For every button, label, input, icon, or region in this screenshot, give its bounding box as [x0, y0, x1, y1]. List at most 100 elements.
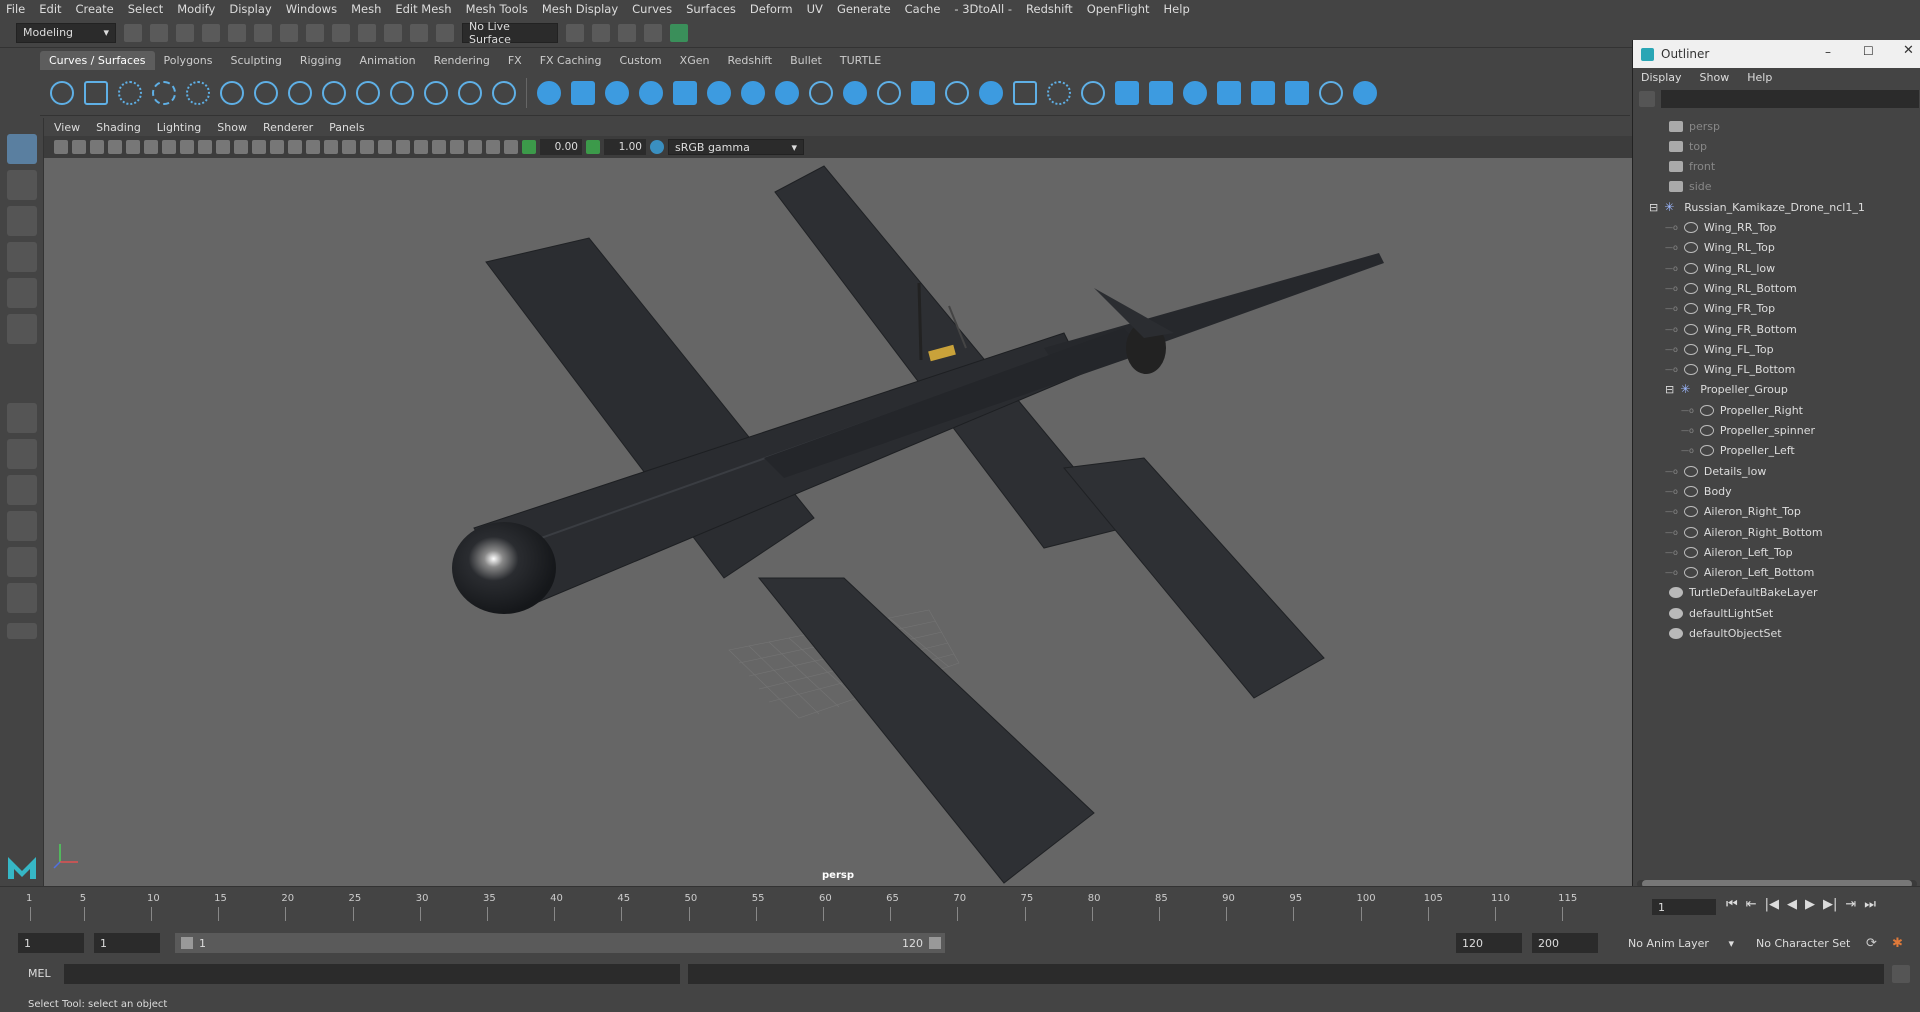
shelf-tab-fx[interactable]: FX [499, 51, 531, 70]
menu-curves[interactable]: Curves [632, 2, 672, 16]
bevel-icon[interactable] [979, 80, 1003, 105]
menu-mesh-tools[interactable]: Mesh Tools [466, 2, 528, 16]
shelf-tab-turtle[interactable]: TURTLE [831, 51, 890, 70]
menu-file[interactable]: File [6, 2, 25, 16]
shelf-tab-curves-surfaces[interactable]: Curves / Surfaces [40, 51, 155, 70]
character-set-dropdown[interactable]: No Character Set [1750, 933, 1860, 953]
nurbs-circle-icon[interactable] [50, 80, 74, 105]
outliner-item[interactable]: defaultObjectSet [1669, 624, 1782, 644]
cv-curve-icon[interactable] [118, 80, 142, 105]
outliner-menu-display[interactable]: Display [1641, 71, 1682, 84]
range-handle-left[interactable] [181, 937, 193, 949]
rebuild-surface-icon[interactable] [1353, 80, 1377, 105]
camera-select-icon[interactable] [54, 140, 68, 154]
3d-viewport[interactable]: persp [44, 158, 1632, 886]
menu-3dtoall[interactable]: - 3DtoAll - [954, 2, 1012, 16]
menu-create[interactable]: Create [76, 2, 114, 16]
menu-display[interactable]: Display [229, 2, 271, 16]
step-forward-key-icon[interactable]: ⇥ [1845, 897, 1856, 912]
outliner-menu-help[interactable]: Help [1747, 71, 1772, 84]
render-frame-icon[interactable] [592, 23, 610, 42]
layout-more-button[interactable] [7, 623, 37, 639]
rotate-tool-button[interactable] [7, 278, 37, 308]
outliner-item[interactable]: —o Wing_FL_Top [1665, 339, 1774, 359]
planar-icon[interactable] [809, 80, 833, 105]
surface-intersect-icon[interactable] [1047, 80, 1071, 105]
snap-view-icon[interactable] [410, 23, 428, 42]
menu-deform[interactable]: Deform [750, 2, 793, 16]
viewport-menu-renderer[interactable]: Renderer [263, 121, 313, 134]
color-management-icon[interactable] [650, 140, 664, 154]
outliner-item[interactable]: —o Wing_FL_Bottom [1665, 360, 1795, 380]
range-handle-right[interactable] [929, 937, 941, 949]
lasso-tool-button[interactable] [7, 170, 37, 200]
outliner-item[interactable]: defaultLightSet [1669, 603, 1773, 623]
playback-start-field[interactable]: 1 [94, 933, 160, 953]
go-to-end-icon[interactable]: ⏭ [1864, 897, 1876, 912]
shelf-tab-sculpting[interactable]: Sculpting [221, 51, 290, 70]
project-curve-icon[interactable] [1081, 80, 1105, 105]
menu-mesh[interactable]: Mesh [351, 2, 381, 16]
outliner-item[interactable]: ⊟ ✳ Russian_Kamikaze_Drone_ncl1_1 [1649, 197, 1865, 217]
safe-title-icon[interactable] [270, 140, 284, 154]
viewport-menu-lighting[interactable]: Lighting [157, 121, 201, 134]
2d-pan-zoom-icon[interactable] [126, 140, 140, 154]
hypershade-icon[interactable] [670, 23, 688, 42]
ambient-occlusion-icon[interactable] [396, 140, 410, 154]
step-forward-frame-icon[interactable]: ▶| [1823, 897, 1837, 912]
pencil-curve-icon[interactable] [186, 80, 210, 105]
menu-windows[interactable]: Windows [286, 2, 337, 16]
shelf-tab-fx-caching[interactable]: FX Caching [531, 51, 611, 70]
square-surface-icon[interactable] [945, 80, 969, 105]
extrude-icon[interactable] [843, 80, 867, 105]
hypershade-layout-button[interactable] [7, 547, 37, 577]
move-tool-button[interactable] [7, 242, 37, 272]
curve-rebuild-icon[interactable] [356, 80, 380, 105]
mode-dropdown[interactable]: Modeling ▾ [16, 22, 116, 43]
shelf-tab-redshift[interactable]: Redshift [718, 51, 781, 70]
current-frame-field[interactable]: 1 [1652, 899, 1716, 915]
viewport-menu-shading[interactable]: Shading [96, 121, 141, 134]
range-slider[interactable]: 1 120 [175, 933, 945, 953]
outliner-item[interactable]: —o Propeller_spinner [1681, 421, 1815, 441]
boundary-icon[interactable] [911, 80, 935, 105]
uv-layout-button[interactable] [7, 583, 37, 613]
exposure-field[interactable]: 0.00 [540, 139, 582, 155]
snap-grid-icon[interactable] [332, 23, 350, 42]
drone-model[interactable] [44, 158, 1632, 886]
graph-layout-button[interactable] [7, 511, 37, 541]
nurbs-cube-icon[interactable] [571, 80, 595, 105]
outliner-item[interactable]: —o Propeller_Right [1681, 400, 1803, 420]
shelf-tab-polygons[interactable]: Polygons [155, 51, 222, 70]
outliner-item[interactable]: persp [1669, 116, 1720, 136]
command-language-label[interactable]: MEL [28, 967, 51, 980]
playback-end-field[interactable]: 120 [1456, 933, 1522, 953]
outliner-menu-show[interactable]: Show [1700, 71, 1730, 84]
outliner-item[interactable]: top [1669, 136, 1707, 156]
single-view-layout-button[interactable] [7, 403, 37, 433]
collapse-toggle-icon[interactable]: ⊟ [1665, 383, 1674, 396]
script-editor-icon[interactable] [1892, 965, 1910, 983]
viewport-menu-show[interactable]: Show [217, 121, 247, 134]
safe-action-icon[interactable] [252, 140, 266, 154]
menu-mesh-display[interactable]: Mesh Display [542, 2, 618, 16]
nurbs-torus-icon[interactable] [707, 80, 731, 105]
isolate-select-icon[interactable] [450, 140, 464, 154]
outliner-item[interactable]: —o Aileron_Left_Bottom [1665, 563, 1814, 583]
ipr-render-icon[interactable] [618, 23, 636, 42]
outliner-item[interactable]: front [1669, 157, 1715, 177]
shelf-tab-rigging[interactable]: Rigging [291, 51, 351, 70]
resolution-gate-icon[interactable] [198, 140, 212, 154]
close-icon[interactable]: ✕ [1903, 43, 1914, 58]
playback-options-icon[interactable]: ⟳ [1866, 936, 1877, 951]
outliner-item[interactable]: —o Aileron_Right_Bottom [1665, 522, 1823, 542]
nurbs-square-icon[interactable] [84, 80, 108, 105]
outliner-item[interactable]: —o Body [1665, 481, 1732, 501]
outliner-item[interactable]: —o Propeller_Left [1681, 441, 1795, 461]
viewport-menu-view[interactable]: View [54, 121, 80, 134]
live-surface-field[interactable]: No Live Surface [462, 20, 558, 46]
select-tool-button[interactable] [7, 134, 37, 164]
gamma-field[interactable]: 1.00 [604, 139, 646, 155]
grease-pencil-icon[interactable] [144, 140, 158, 154]
select-object-icon[interactable] [280, 23, 298, 42]
